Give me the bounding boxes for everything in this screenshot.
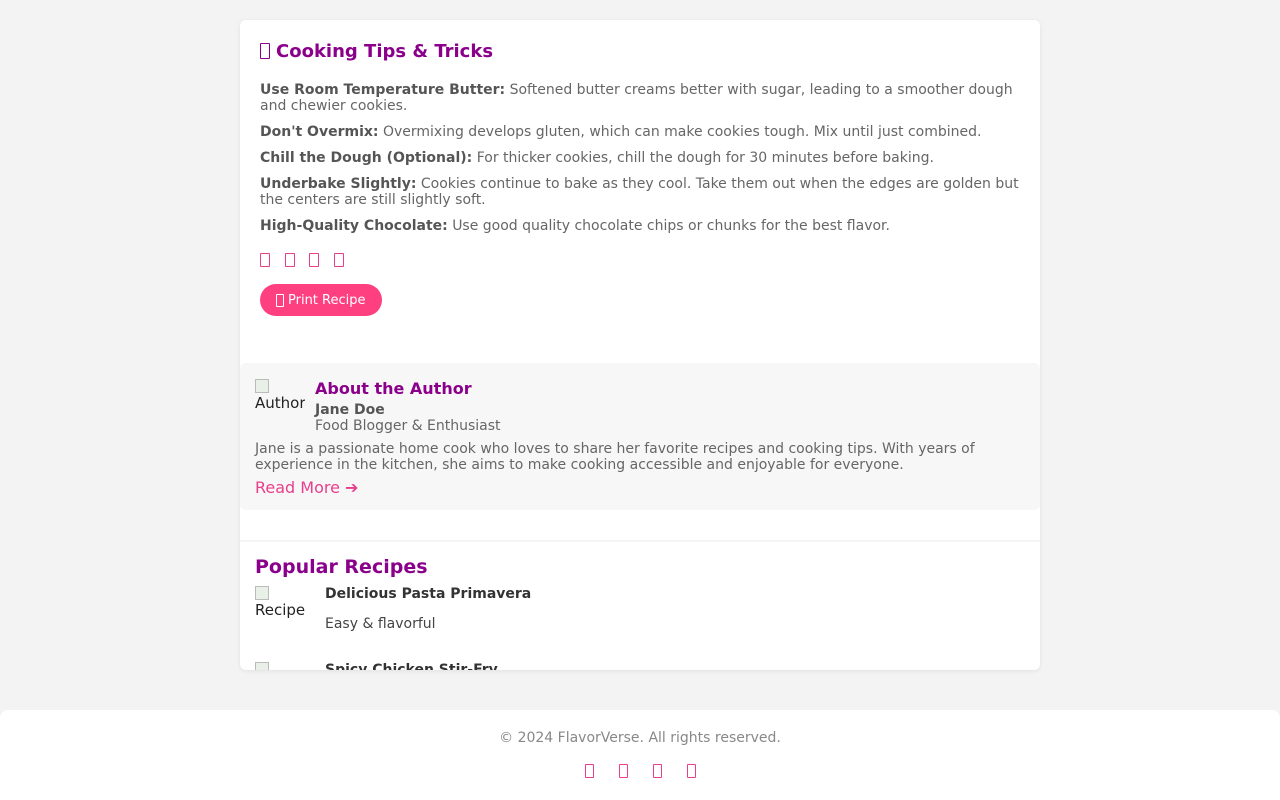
site-footer: © 2024 FlavorVerse. All rights reserved. [0, 710, 1280, 800]
author-name: Jane Doe [315, 402, 385, 418]
author-section: Author About the Author Jane Doe Food Bl… [240, 363, 1040, 510]
cooking-tips-section: Cooking Tips & Tricks Use Room Temperatu… [240, 20, 1040, 316]
lightbulb-icon [260, 43, 270, 59]
read-more-link[interactable]: Read More ➔ [255, 478, 358, 497]
author-avatar: Author [255, 379, 305, 429]
tip-label: Chill the Dough (Optional): [260, 150, 473, 166]
facebook-share-icon[interactable] [260, 253, 270, 267]
recipe-thumbnail-alt: Recipe [255, 601, 305, 619]
tip-label: Underbake Slightly: [260, 176, 417, 192]
social-links [0, 764, 1280, 778]
tip-label: Use Room Temperature Butter: [260, 82, 506, 98]
tip-item: Underbake Slightly: Cookies continue to … [260, 176, 1020, 208]
twitter-icon[interactable] [618, 764, 628, 778]
recipe-info: Delicious Pasta Primavera Easy & flavorf… [325, 586, 531, 654]
twitter-share-icon[interactable] [284, 253, 295, 267]
share-buttons [260, 252, 1020, 268]
recipe-info: Spicy Chicken Stir-Fry [325, 662, 498, 670]
tips-title-text: Cooking Tips & Tricks [276, 40, 494, 62]
tip-text: Use good quality chocolate chips or chun… [452, 218, 890, 234]
author-role: Food Blogger & Enthusiast [315, 418, 501, 434]
content-card: Cooking Tips & Tricks Use Room Temperatu… [240, 20, 1040, 670]
print-recipe-button[interactable]: Print Recipe [260, 284, 382, 316]
tip-item: Don't Overmix: Overmixing develops glute… [260, 124, 1020, 140]
pinterest-share-icon[interactable] [309, 253, 319, 267]
tip-item: Chill the Dough (Optional): For thicker … [260, 150, 1020, 166]
recipe-thumbnail: Recipe [255, 586, 305, 636]
popular-recipes-heading: Popular Recipes [255, 556, 428, 578]
copyright-text: © 2024 FlavorVerse. All rights reserved. [499, 730, 781, 746]
recipe-name[interactable]: Delicious Pasta Primavera [325, 586, 531, 602]
author-header: Author About the Author Jane Doe Food Bl… [255, 379, 1025, 434]
tip-label: High-Quality Chocolate: [260, 218, 448, 234]
author-heading: About the Author [315, 379, 472, 398]
broken-image-icon [255, 662, 269, 670]
email-share-icon[interactable] [333, 253, 344, 267]
tips-heading: Cooking Tips & Tricks [260, 40, 1020, 62]
tip-item: Use Room Temperature Butter: Softened bu… [260, 82, 1020, 114]
pinterest-icon[interactable] [686, 764, 696, 778]
facebook-icon[interactable] [584, 764, 594, 778]
print-icon [276, 293, 284, 307]
instagram-icon[interactable] [652, 764, 662, 778]
popular-recipes-section: Popular Recipes Recipe Delicious Pasta P… [240, 540, 1040, 670]
broken-image-icon [255, 586, 269, 600]
recipe-item[interactable]: Spicy Chicken Stir-Fry [255, 662, 1025, 670]
tips-list: Use Room Temperature Butter: Softened bu… [260, 82, 1020, 234]
recipe-name[interactable]: Spicy Chicken Stir-Fry [325, 662, 498, 670]
author-bio: Jane is a passionate home cook who loves… [255, 441, 975, 473]
tip-label: Don't Overmix: [260, 124, 379, 140]
recipe-thumbnail [255, 662, 305, 670]
recipe-description: Easy & flavorful [325, 616, 436, 632]
recipe-item[interactable]: Recipe Delicious Pasta Primavera Easy & … [255, 586, 1025, 654]
print-recipe-label: Print Recipe [288, 292, 366, 308]
tip-text: Overmixing develops gluten, which can ma… [382, 124, 982, 140]
author-avatar-alt: Author [255, 394, 305, 412]
broken-image-icon [255, 379, 269, 393]
tip-item: High-Quality Chocolate: Use good quality… [260, 218, 1020, 234]
author-info: About the Author Jane Doe Food Blogger &… [315, 379, 501, 435]
tip-text: For thicker cookies, chill the dough for… [476, 150, 934, 166]
